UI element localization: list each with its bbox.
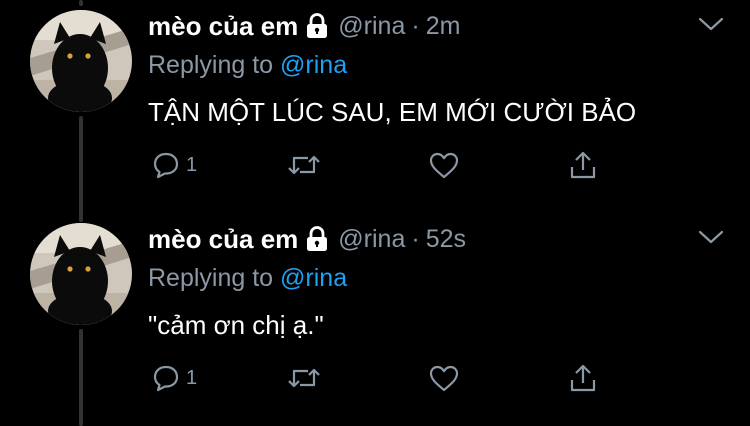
tweet-header: mèo của em @rina · 2m — [148, 10, 460, 42]
tweet-header: mèo của em @rina · 52s — [148, 223, 466, 255]
retweet-button[interactable] — [286, 361, 322, 395]
lock-icon — [306, 226, 328, 252]
chevron-down-icon[interactable] — [698, 229, 724, 245]
retweet-icon — [286, 364, 322, 392]
replying-to-mention[interactable]: @rina — [280, 264, 347, 292]
user-handle[interactable]: @rina — [338, 12, 405, 41]
like-button[interactable] — [428, 361, 460, 395]
display-name[interactable]: mèo của em — [148, 11, 298, 42]
avatar[interactable] — [30, 10, 132, 112]
separator-dot: · — [411, 11, 420, 40]
reply-button[interactable]: 1 — [152, 148, 197, 182]
tweet[interactable]: mèo của em @rina · 52s Replying to @rina… — [0, 213, 750, 426]
avatar[interactable] — [30, 223, 132, 325]
retweet-button[interactable] — [286, 148, 322, 182]
avatar-image — [30, 223, 132, 325]
retweet-icon — [286, 151, 322, 179]
avatar-image — [30, 10, 132, 112]
replying-to: Replying to @rina — [148, 264, 347, 293]
timestamp[interactable]: 2m — [426, 12, 461, 41]
tweet[interactable]: mèo của em @rina · 2m Replying to @rina … — [0, 0, 750, 213]
like-button[interactable] — [428, 148, 460, 182]
tweet-text: "cảm ơn chị ạ." — [148, 310, 324, 340]
comment-icon — [152, 364, 180, 392]
replying-to-mention[interactable]: @rina — [280, 51, 347, 79]
reply-count: 1 — [186, 153, 198, 176]
replying-to: Replying to @rina — [148, 51, 347, 80]
share-icon — [568, 363, 598, 393]
tweet-actions: 1 — [148, 361, 608, 395]
share-icon — [568, 150, 598, 180]
separator-dot: · — [411, 224, 420, 253]
lock-icon — [306, 13, 328, 39]
replying-to-label: Replying to — [148, 264, 274, 292]
tweet-text: TẬN MỘT LÚC SAU, EM MỚI CƯỜI BẢO — [148, 97, 637, 127]
share-button[interactable] — [568, 361, 598, 395]
chevron-down-icon[interactable] — [698, 16, 724, 32]
display-name[interactable]: mèo của em — [148, 224, 298, 255]
replying-to-label: Replying to — [148, 51, 274, 79]
reply-count: 1 — [186, 366, 198, 389]
timestamp[interactable]: 52s — [426, 225, 466, 254]
reply-button[interactable]: 1 — [152, 361, 197, 395]
heart-icon — [428, 151, 460, 179]
user-handle[interactable]: @rina — [338, 225, 405, 254]
share-button[interactable] — [568, 148, 598, 182]
heart-icon — [428, 364, 460, 392]
comment-icon — [152, 151, 180, 179]
tweet-actions: 1 — [148, 148, 608, 182]
